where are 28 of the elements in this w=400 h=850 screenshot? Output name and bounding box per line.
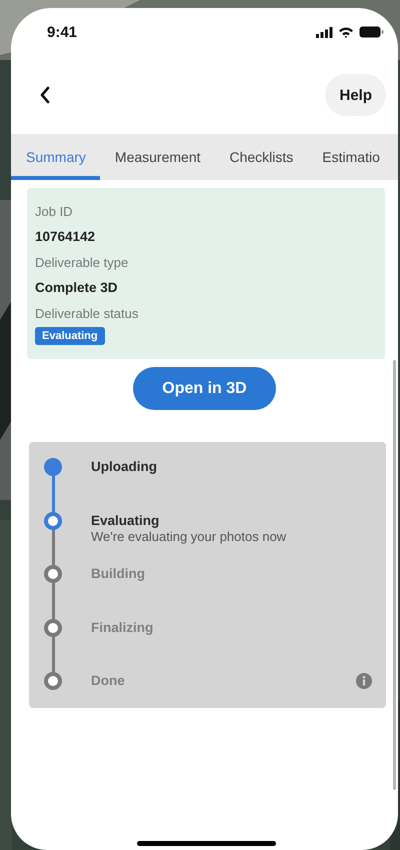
tab[interactable]: Checklists bbox=[214, 134, 308, 180]
tab[interactable]: Measurement bbox=[100, 134, 214, 180]
info-icon[interactable] bbox=[356, 673, 372, 689]
back-icon[interactable] bbox=[39, 86, 51, 104]
open-in-3d-button[interactable]: Open in 3D bbox=[133, 367, 276, 410]
step-title: Uploading bbox=[91, 459, 158, 474]
status-time: 9:41 bbox=[47, 24, 78, 40]
step-connector bbox=[52, 581, 54, 620]
step-title: Evaluating bbox=[91, 512, 160, 528]
wifi-icon bbox=[338, 26, 354, 38]
status-badge: Evaluating bbox=[35, 327, 105, 345]
step-connector bbox=[52, 474, 54, 514]
signal-icon bbox=[316, 26, 333, 38]
field-label: Deliverable type bbox=[35, 255, 130, 270]
step-title: Building bbox=[91, 566, 146, 581]
step-connector bbox=[52, 528, 54, 567]
field-label: Job ID bbox=[35, 204, 74, 219]
scrollbar[interactable] bbox=[393, 360, 396, 790]
step-title: Finalizing bbox=[91, 620, 154, 634]
field-value: 10764142 bbox=[35, 229, 96, 244]
step-description: We're evaluating your photos now bbox=[91, 528, 288, 544]
battery-icon bbox=[359, 26, 384, 38]
field-label: Deliverable status bbox=[35, 306, 140, 321]
step-connector bbox=[52, 634, 54, 674]
field-value: Complete 3D bbox=[35, 280, 119, 295]
help-button[interactable]: Help bbox=[325, 74, 386, 116]
tab[interactable]: Estimatio bbox=[307, 134, 380, 180]
step-title: Done bbox=[91, 673, 126, 688]
